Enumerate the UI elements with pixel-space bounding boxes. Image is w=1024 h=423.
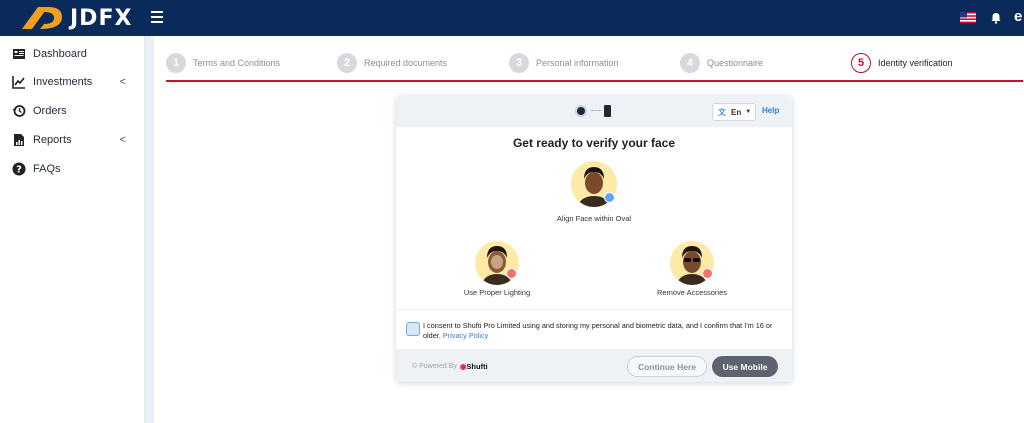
stepper-underline (166, 80, 1023, 82)
step-label: Questionnaire (707, 58, 764, 68)
face-step-icon (575, 105, 587, 117)
dashboard-icon (13, 49, 25, 59)
step-4[interactable]: 4 Questionnaire (680, 53, 763, 73)
tip-caption: Use Proper Lighting (463, 288, 531, 297)
jd-logo-mark-icon (22, 7, 62, 29)
cross-badge-icon (702, 268, 713, 279)
step-number: 5 (851, 53, 871, 73)
sidebar-item-label: Investments (33, 76, 93, 88)
onboarding-stepper: 1 Terms and Conditions 2 Required docume… (166, 52, 1023, 80)
chevron-left-icon: < (119, 134, 126, 146)
step-number: 4 (680, 53, 700, 73)
face-verification-card: 文 En ▼ Help Get ready to verify your fac… (396, 96, 792, 382)
consent-text: I consent to Shufti Pro Limited using an… (423, 321, 783, 341)
card-header: 文 En ▼ Help (396, 96, 792, 127)
continue-here-button[interactable]: Continue Here (627, 356, 707, 377)
step-number: 2 (337, 53, 357, 73)
sidebar-gutter (145, 36, 154, 423)
translate-icon: 文 (718, 107, 726, 117)
caret-down-icon: ▼ (745, 109, 752, 115)
step-5[interactable]: 5 Identity verification (851, 53, 953, 73)
sidebar-item-label: FAQs (33, 163, 61, 175)
us-flag-icon[interactable] (960, 12, 976, 23)
svg-text:?: ? (16, 165, 22, 176)
tip-caption: Remove Accessories (656, 288, 728, 297)
user-avatar-initial[interactable]: e (1014, 8, 1022, 25)
chevron-left-icon: < (119, 76, 126, 88)
bell-icon[interactable] (991, 12, 1001, 24)
sidebar-item-label: Reports (33, 134, 72, 146)
consent-checkbox[interactable] (406, 322, 420, 336)
shufti-logo[interactable]: ◉Shufti (460, 362, 488, 371)
powered-by: © Powered By ◉Shufti (412, 362, 488, 371)
sidebar-item-label: Orders (33, 105, 67, 117)
phone-step-icon (604, 105, 611, 117)
history-icon (12, 105, 26, 117)
step-label: Identity verification (878, 58, 953, 68)
progress-connector (591, 110, 601, 112)
language-value: En (731, 107, 742, 117)
powered-by-label: Powered By (419, 363, 457, 370)
shufti-brand-name: Shufti (466, 362, 488, 371)
step-3[interactable]: 3 Personal information (509, 53, 619, 73)
step-number: 1 (166, 53, 186, 73)
question-icon: ? (12, 162, 26, 176)
language-select[interactable]: 文 En ▼ (712, 103, 756, 121)
sidebar-item-faqs[interactable]: ? FAQs (12, 160, 134, 178)
use-mobile-button[interactable]: Use Mobile (712, 356, 778, 377)
consent-section: I consent to Shufti Pro Limited using an… (396, 309, 792, 349)
sidebar-item-reports[interactable]: Reports < (12, 131, 134, 149)
cross-badge-icon (506, 268, 517, 279)
sidebar-item-orders[interactable]: Orders (12, 102, 134, 120)
card-footer: © Powered By ◉Shufti Continue Here Use M… (396, 349, 792, 382)
copyright-icon: © (412, 363, 420, 370)
step-2[interactable]: 2 Required documents (337, 53, 447, 73)
step-label: Required documents (364, 58, 448, 68)
top-navbar: JDFX e (0, 0, 1024, 36)
report-icon (14, 134, 24, 146)
jdfx-logo[interactable]: JDFX (18, 3, 132, 33)
sidebar-item-dashboard[interactable]: Dashboard (12, 45, 134, 63)
step-number: 3 (509, 53, 529, 73)
tip-caption: Align Face within Oval (556, 214, 632, 223)
step-label: Terms and Conditions (193, 58, 281, 68)
privacy-policy-link[interactable]: Privacy Policy (443, 331, 488, 340)
sidebar-item-investments[interactable]: Investments < (12, 73, 134, 91)
menu-icon[interactable] (151, 11, 163, 23)
verify-title: Get ready to verify your face (512, 136, 676, 150)
help-link[interactable]: Help (762, 106, 779, 115)
sidebar: Dashboard Investments < Orders Reports <… (0, 36, 145, 423)
chart-up-icon (12, 76, 25, 89)
step-1[interactable]: 1 Terms and Conditions (166, 53, 280, 73)
brand-name: JDFX (70, 5, 133, 31)
check-badge-icon (604, 192, 615, 203)
sidebar-item-label: Dashboard (33, 48, 87, 60)
step-label: Personal information (536, 58, 619, 68)
